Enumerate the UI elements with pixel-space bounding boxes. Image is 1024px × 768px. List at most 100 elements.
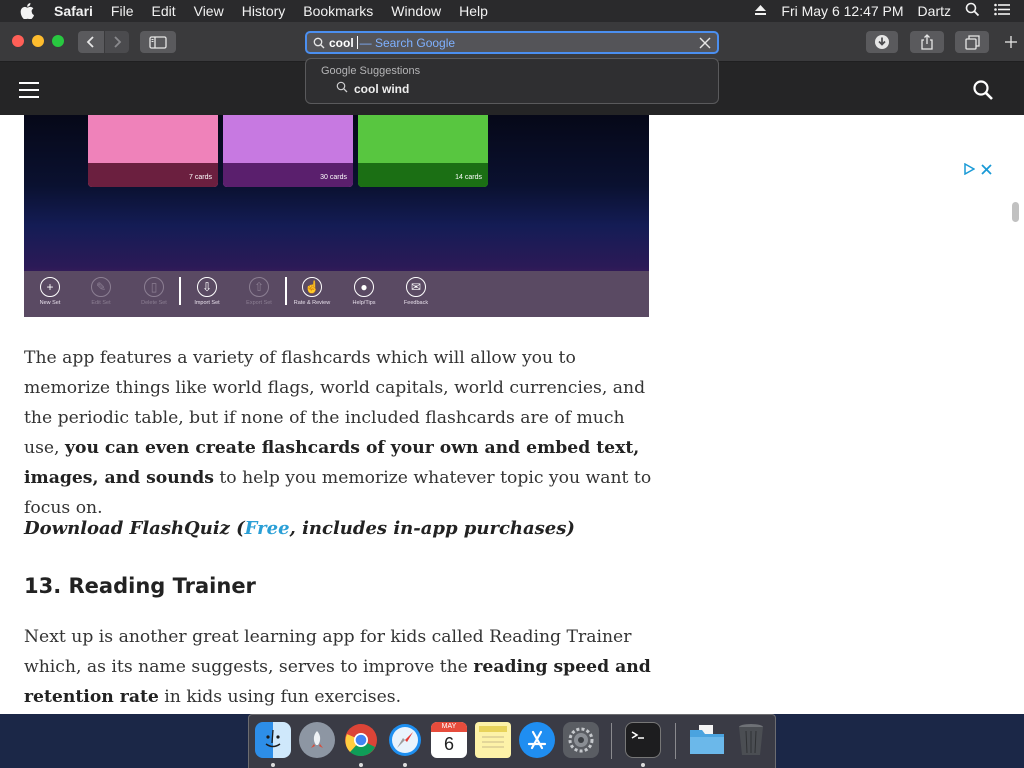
edit-set-item: ✎ Edit Set <box>81 277 121 306</box>
running-indicator <box>403 763 407 767</box>
apple-menu-icon[interactable] <box>18 2 36 20</box>
article-paragraph: Next up is another great learning app fo… <box>24 627 651 707</box>
forward-button[interactable] <box>105 31 129 53</box>
menu-help[interactable]: Help <box>459 3 488 19</box>
adchoices-icon[interactable] <box>963 162 976 180</box>
menu-edit[interactable]: Edit <box>151 3 175 19</box>
chrome-icon[interactable] <box>343 722 379 758</box>
export-icon: ⇧ <box>249 277 269 297</box>
card-count: 7 cards <box>189 174 212 181</box>
new-tab-button[interactable] <box>998 31 1024 53</box>
new-set-item: + New Set <box>30 277 70 306</box>
search-icon <box>336 81 348 96</box>
hamburger-menu-icon[interactable] <box>19 82 39 98</box>
image-app-bar: + New Set ✎ Edit Set ▯ Delete Set ⇩ Import S… <box>24 271 649 317</box>
suggestions-header: Google Suggestions <box>321 65 421 77</box>
address-typed-text: cool <box>329 35 354 50</box>
pencil-icon: ✎ <box>91 277 111 297</box>
card-count: 30 cards <box>320 174 347 181</box>
lightbulb-icon: ● <box>354 277 374 297</box>
app-store-icon[interactable] <box>519 722 555 758</box>
suggestion-text: cool wind <box>354 81 410 96</box>
suggestion-item[interactable]: cool wind <box>336 81 409 96</box>
menu-window[interactable]: Window <box>391 3 441 19</box>
plus-icon: + <box>40 277 60 297</box>
trash-icon[interactable] <box>733 722 769 758</box>
spotlight-search-icon[interactable] <box>965 2 980 20</box>
chevron-left-icon <box>86 36 94 48</box>
finder-icon[interactable] <box>255 722 291 758</box>
calendar-day: 6 <box>443 734 454 754</box>
downloads-button[interactable] <box>866 31 898 53</box>
dock: MAY 6 <box>248 714 776 768</box>
help-tips-item: ● Help/Tips <box>344 277 384 306</box>
notification-center-icon[interactable] <box>994 3 1010 19</box>
window-fullscreen-button[interactable] <box>52 35 64 47</box>
dock-divider <box>611 723 612 759</box>
import-set-item: ⇩ Import Set <box>187 277 227 306</box>
back-button[interactable] <box>78 31 104 53</box>
import-icon: ⇩ <box>197 277 217 297</box>
running-indicator <box>359 763 363 767</box>
plus-icon <box>1005 36 1017 48</box>
delete-set-item: ▯ Delete Set <box>134 277 174 306</box>
address-bar[interactable]: cool — Search Google <box>305 31 719 54</box>
tabs-icon <box>964 34 980 50</box>
article-screenshot-image: 7 cards 30 cards 14 cards + New Set ✎ Edit… <box>24 115 649 317</box>
share-icon <box>921 34 933 50</box>
close-ad-icon[interactable] <box>981 162 992 180</box>
search-icon <box>313 37 325 49</box>
export-set-item: ⇧ Export Set <box>239 277 279 306</box>
running-indicator <box>271 763 275 767</box>
menu-bar: Safari File Edit View History Bookmarks … <box>0 0 1024 22</box>
menu-bookmarks[interactable]: Bookmarks <box>303 3 373 19</box>
tab-overview-button[interactable] <box>955 31 989 53</box>
flashcard-set: 30 cards <box>223 115 353 187</box>
article-paragraph: The app features a variety of flashcards… <box>24 348 652 518</box>
search-suggestions-dropdown: Google Suggestions cool wind <box>305 58 719 104</box>
flashcard-set: 7 cards <box>88 115 218 187</box>
page-scrollbar[interactable] <box>1012 202 1019 222</box>
address-search-hint: — Search Google <box>359 35 456 50</box>
appbar-divider <box>285 277 287 305</box>
launchpad-icon[interactable] <box>299 722 335 758</box>
rate-review-item: ☝ Rate & Review <box>292 277 332 306</box>
menu-history[interactable]: History <box>242 3 286 19</box>
web-page: 7 cards 30 cards 14 cards + New Set ✎ Edit… <box>0 62 1024 714</box>
chevron-right-icon <box>114 36 122 48</box>
terminal-icon[interactable] <box>625 722 661 758</box>
system-preferences-icon[interactable] <box>563 722 599 758</box>
safari-toolbar: cool — Search Google <box>0 22 1024 62</box>
feedback-item: ✉ Feedback <box>396 277 436 306</box>
thumbs-up-icon: ☝ <box>302 277 322 297</box>
menu-view[interactable]: View <box>194 3 224 19</box>
text-caret <box>356 36 358 49</box>
clear-address-icon[interactable] <box>698 36 712 50</box>
running-indicator <box>641 763 645 767</box>
ad-choices <box>963 162 992 180</box>
appbar-divider <box>179 277 181 305</box>
eject-icon[interactable] <box>754 3 767 19</box>
section-heading: 13. Reading Trainer <box>24 574 256 598</box>
sidebar-toggle-button[interactable] <box>140 31 176 53</box>
menubar-user[interactable]: Dartz <box>918 3 951 19</box>
download-free-link[interactable]: Free <box>245 518 290 539</box>
notes-icon[interactable] <box>475 722 511 758</box>
share-button[interactable] <box>910 31 944 53</box>
window-minimize-button[interactable] <box>32 35 44 47</box>
menubar-clock[interactable]: Fri May 6 12:47 PM <box>781 3 903 19</box>
window-close-button[interactable] <box>12 35 24 47</box>
feedback-icon: ✉ <box>406 277 426 297</box>
menu-file[interactable]: File <box>111 3 134 19</box>
documents-folder-icon[interactable] <box>689 722 725 758</box>
calendar-month: MAY <box>431 722 467 732</box>
dock-divider <box>675 723 676 759</box>
site-search-icon[interactable] <box>972 79 994 101</box>
sidebar-icon <box>149 35 167 49</box>
card-count: 14 cards <box>455 174 482 181</box>
calendar-icon[interactable]: MAY 6 <box>431 722 467 758</box>
flashcard-set: 14 cards <box>358 115 488 187</box>
safari-icon[interactable] <box>387 722 423 758</box>
menu-app-safari[interactable]: Safari <box>54 3 93 19</box>
trash-icon: ▯ <box>144 277 164 297</box>
